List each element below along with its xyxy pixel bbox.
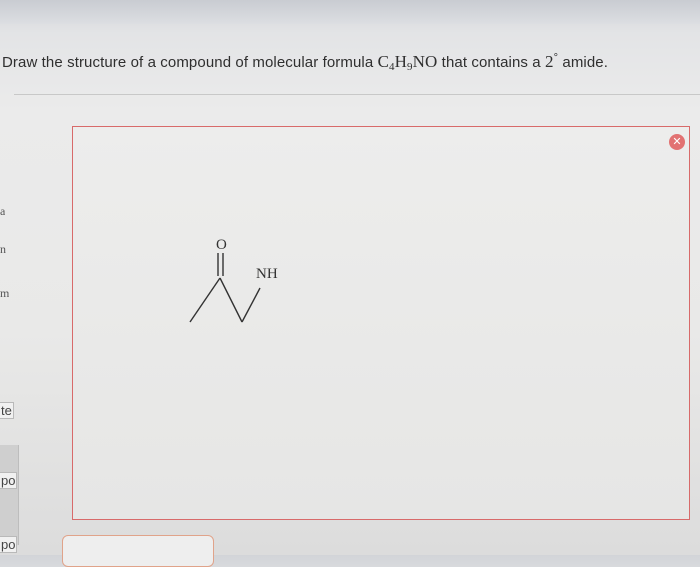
question-suffix: amide. — [558, 54, 609, 71]
divider — [14, 94, 700, 95]
rail-tab-po[interactable]: po — [0, 472, 18, 489]
drawing-canvas[interactable] — [72, 126, 690, 520]
formula-h: H — [394, 52, 408, 71]
question-prefix: Draw the structure of a compound of mole… — [2, 54, 378, 71]
rail-tab-po-2[interactable]: po — [0, 536, 18, 553]
atom-nh: NH — [256, 266, 278, 282]
molecular-formula: C4H9NO — [377, 52, 438, 73]
close-icon[interactable]: ✕ — [669, 134, 685, 150]
rail-block — [0, 445, 19, 545]
molecule-structure[interactable]: O NH — [180, 228, 300, 338]
rail-item-m[interactable]: m — [0, 286, 9, 301]
degree-number: 2 — [545, 52, 554, 71]
rail-tab-te[interactable]: te — [0, 402, 14, 419]
browser-top-strip — [0, 0, 700, 24]
nh-bond — [241, 287, 261, 323]
question-middle: that contains a — [437, 54, 546, 71]
atom-o: O — [216, 237, 227, 253]
answer-input[interactable] — [62, 535, 214, 567]
rail-item-n[interactable]: n — [0, 242, 6, 257]
formula-c: C — [377, 52, 390, 71]
left-rail: a n m te po po — [0, 80, 20, 555]
question-prompt: Draw the structure of a compound of mole… — [2, 52, 608, 73]
methyl-bond — [189, 277, 221, 323]
cn-bond — [219, 277, 243, 323]
formula-rest: NO — [412, 52, 438, 71]
rail-item-a[interactable]: a — [0, 204, 5, 219]
